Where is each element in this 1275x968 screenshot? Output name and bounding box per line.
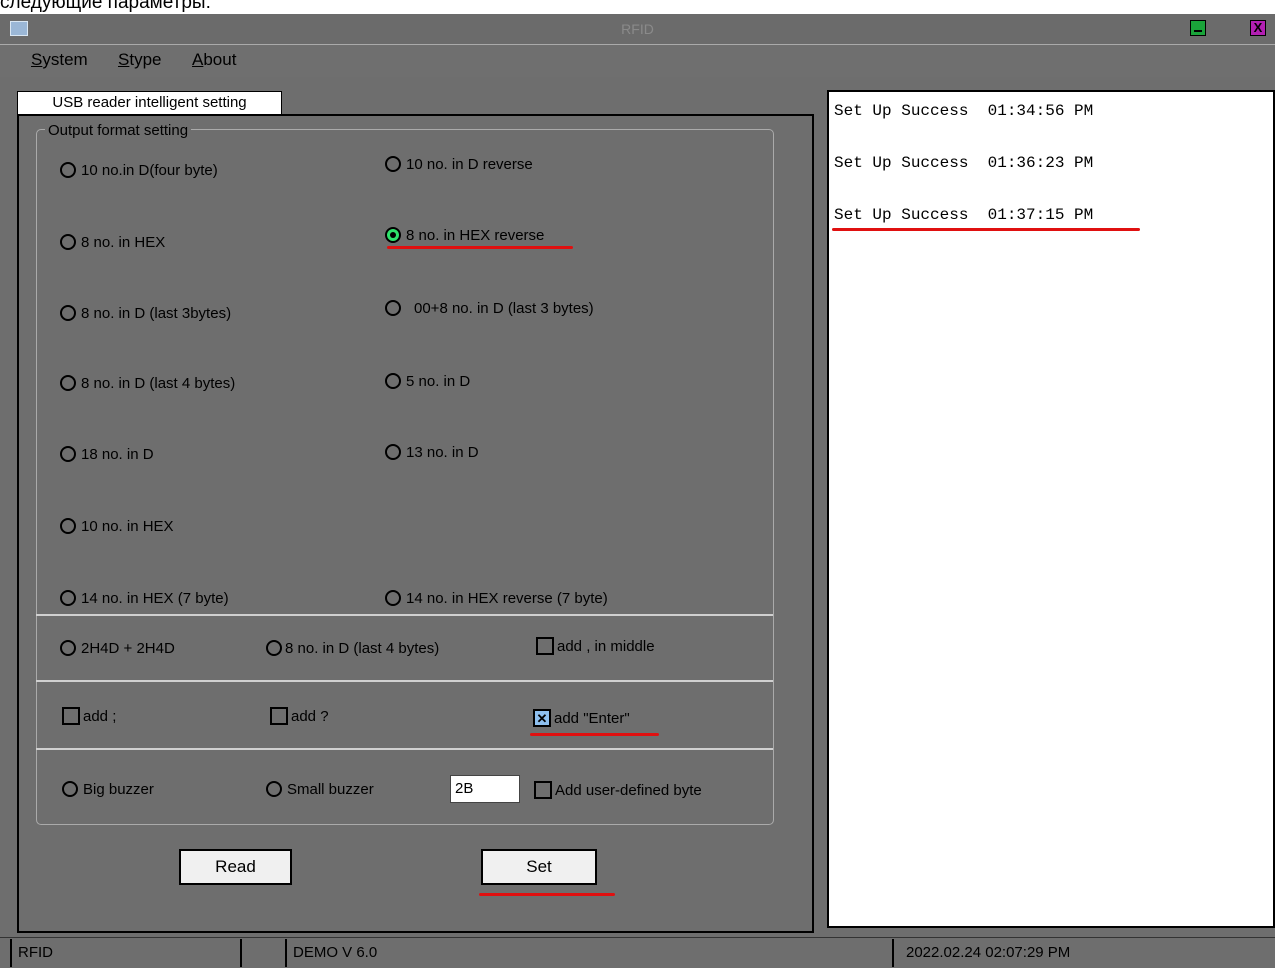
window-title: RFID (621, 21, 654, 37)
radio-label: Small buzzer (287, 780, 374, 798)
checkbox-label: add ? (291, 707, 329, 725)
radio-label: 8 no. in D (last 4 bytes) (81, 374, 236, 392)
radio-circle-icon (60, 640, 76, 656)
radio-label: 5 no. in D (406, 372, 471, 390)
radio-14-hex-reverse[interactable]: 14 no. in HEX reverse (7 byte) (385, 586, 608, 610)
radio-small-buzzer[interactable]: Small buzzer (266, 777, 374, 801)
radio-8-hex[interactable]: 8 no. in HEX (60, 230, 165, 254)
radio-label: 10 no. in HEX (81, 517, 174, 535)
checkbox-label: Add user-defined byte (555, 781, 702, 799)
status-version: DEMO V 6.0 (285, 939, 892, 967)
separator (36, 680, 773, 682)
log-time: 01:36:23 PM (987, 154, 1094, 172)
tab-usb-reader-setting[interactable]: USB reader intelligent setting (17, 91, 282, 114)
log-text: Set Up Success (834, 206, 969, 224)
radio-circle-icon (385, 156, 401, 172)
radio-label: 10 no.in D(four byte) (81, 161, 218, 179)
close-button[interactable]: X (1250, 20, 1266, 36)
status-app: RFID (10, 939, 240, 967)
checkbox-add-question[interactable]: add ? (270, 704, 329, 728)
radio-10-hex[interactable]: 10 no. in HEX (60, 514, 174, 538)
radio-circle-icon (385, 444, 401, 460)
radio-circle-icon (60, 446, 76, 462)
group-title: Output format setting (45, 122, 192, 139)
highlight-underline (530, 733, 659, 736)
log-entry: Set Up Success 01:36:23 PM (834, 154, 1093, 172)
radio-14-hex[interactable]: 14 no. in HEX (7 byte) (60, 586, 229, 610)
radio-circle-icon (60, 234, 76, 250)
radio-label: 13 no. in D (406, 443, 479, 461)
checkbox-icon (534, 781, 552, 799)
radio-circle-icon (62, 781, 78, 797)
radio-circle-icon (60, 590, 76, 606)
checkbox-label: add , in middle (557, 637, 655, 655)
radio-13-d[interactable]: 13 no. in D (385, 440, 479, 464)
checkbox-icon (536, 637, 554, 655)
checkbox-add-semicolon[interactable]: add ; (62, 704, 116, 728)
radio-18-d[interactable]: 18 no. in D (60, 442, 154, 466)
highlight-underline (479, 893, 615, 896)
checkbox-add-enter[interactable]: ✕ add "Enter" (533, 706, 630, 730)
radio-10-d-four-byte[interactable]: 10 no.in D(four byte) (60, 158, 218, 182)
radio-label: 8 no. in HEX (81, 233, 166, 251)
read-button[interactable]: Read (179, 849, 292, 885)
user-byte-input[interactable]: 2B (450, 775, 520, 803)
highlight-underline (387, 246, 573, 249)
radio-label: 18 no. in D (81, 445, 154, 463)
menu-stype[interactable]: Stype (118, 50, 161, 70)
caption-text: следующие параметры: (0, 0, 211, 13)
radio-selected-icon (385, 227, 401, 243)
radio-label: 8 no. in HEX reverse (406, 226, 545, 244)
radio-label: 14 no. in HEX reverse (7 byte) (406, 589, 608, 607)
radio-circle-icon (60, 375, 76, 391)
radio-circle-icon (60, 518, 76, 534)
log-time: 01:37:15 PM (987, 206, 1094, 224)
log-text: Set Up Success (834, 102, 969, 120)
set-button[interactable]: Set (481, 849, 597, 885)
radio-label: 10 no. in D reverse (406, 155, 533, 173)
checkbox-icon (270, 707, 288, 725)
menu-system[interactable]: System (31, 50, 88, 70)
radio-label: Big buzzer (83, 780, 154, 798)
separator (36, 614, 773, 616)
radio-circle-icon (266, 640, 282, 656)
checkbox-icon (62, 707, 80, 725)
log-entry: Set Up Success 01:37:15 PM (834, 206, 1093, 224)
log-time: 01:34:56 PM (987, 102, 1094, 120)
radio-circle-icon (60, 305, 76, 321)
checkbox-label: add ; (83, 707, 117, 725)
radio-big-buzzer[interactable]: Big buzzer (62, 777, 154, 801)
radio-5-d[interactable]: 5 no. in D (385, 369, 470, 393)
radio-8-d-last-4bytes-b[interactable]: 8 no. in D (last 4 bytes) (266, 636, 439, 660)
status-datetime: 2022.02.24 02:07:29 PM (892, 939, 1275, 967)
log-entry: Set Up Success 01:34:56 PM (834, 102, 1093, 120)
radio-label: 14 no. in HEX (7 byte) (81, 589, 229, 607)
radio-8-d-last-4bytes[interactable]: 8 no. in D (last 4 bytes) (60, 371, 235, 395)
radio-00-8-d-last-3bytes[interactable]: 00+8 no. in D (last 3 bytes) (385, 296, 594, 320)
checkbox-add-comma-middle[interactable]: add , in middle (536, 634, 655, 658)
radio-circle-icon (266, 781, 282, 797)
radio-label: 00+8 no. in D (last 3 bytes) (414, 299, 594, 317)
radio-circle-icon (385, 300, 401, 316)
radio-10-d-reverse[interactable]: 10 no. in D reverse (385, 152, 533, 176)
menu-about[interactable]: About (192, 50, 236, 70)
checkbox-label: add "Enter" (554, 709, 630, 727)
minimize-button[interactable] (1190, 20, 1206, 36)
checkbox-checked-icon: ✕ (533, 709, 551, 727)
radio-circle-icon (60, 162, 76, 178)
radio-8-d-last-3bytes[interactable]: 8 no. in D (last 3bytes) (60, 301, 231, 325)
radio-circle-icon (385, 590, 401, 606)
radio-8-hex-reverse[interactable]: 8 no. in HEX reverse (385, 223, 544, 247)
checkbox-add-user-byte[interactable]: Add user-defined byte (534, 778, 702, 802)
highlight-underline (832, 228, 1140, 231)
separator (36, 748, 773, 750)
radio-circle-icon (385, 373, 401, 389)
status-empty (240, 939, 285, 967)
radio-2h4d[interactable]: 2H4D + 2H4D (60, 636, 175, 660)
radio-label: 8 no. in D (last 4 bytes) (285, 639, 440, 657)
radio-label: 2H4D + 2H4D (81, 639, 175, 657)
radio-label: 8 no. in D (last 3bytes) (81, 304, 232, 322)
log-text: Set Up Success (834, 154, 969, 172)
